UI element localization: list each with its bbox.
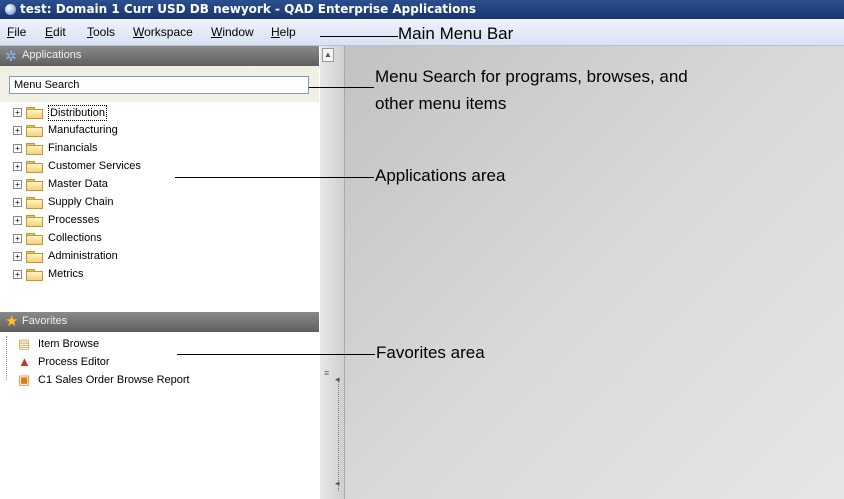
tree-item-metrics[interactable]: + Metrics — [13, 266, 313, 283]
expand-icon[interactable]: + — [13, 108, 22, 117]
app-icon — [5, 4, 16, 15]
expand-icon[interactable]: + — [13, 180, 22, 189]
menu-search-input[interactable]: Menu Search — [9, 76, 309, 94]
tree-item-financials[interactable]: + Financials — [13, 140, 313, 157]
browse-icon: ▤ — [18, 336, 31, 351]
folder-icon — [26, 251, 43, 263]
applications-title: Applications — [22, 49, 82, 61]
favorite-item-browse[interactable]: ▤ Item Browse — [18, 336, 308, 353]
star-icon: ★ — [5, 313, 19, 330]
expand-arrow-icon[interactable]: ◂ — [335, 478, 340, 489]
tree-item-manufacturing[interactable]: + Manufacturing — [13, 122, 313, 139]
favorite-sales-order-report[interactable]: ▣ C1 Sales Order Browse Report — [18, 372, 308, 389]
expand-icon[interactable]: + — [13, 234, 22, 243]
folder-icon — [26, 233, 43, 245]
favorite-process-editor[interactable]: ▲ Process Editor — [18, 354, 308, 371]
panel-splitter[interactable]: ▲ ≡ ◂ ◂ — [320, 46, 345, 499]
callout-menu-search-line1: Menu Search for programs, browses, and — [375, 67, 688, 86]
applications-header[interactable]: ✲ Applications — [0, 46, 319, 66]
tree-item-customer-services[interactable]: + Customer Services — [13, 158, 313, 175]
callout-menu-bar: Main Menu Bar — [398, 24, 514, 43]
expand-icon[interactable]: + — [13, 162, 22, 171]
expand-icon[interactable]: + — [13, 198, 22, 207]
report-icon: ▣ — [18, 372, 31, 387]
process-editor-icon: ▲ — [18, 354, 31, 369]
folder-icon — [26, 125, 43, 137]
callout-favorites-area: Favorites area — [376, 343, 485, 362]
callout-line-applications — [175, 177, 374, 178]
tree-item-master-data[interactable]: + Master Data — [13, 176, 313, 193]
favorites-title: Favorites — [22, 315, 68, 327]
title-bar[interactable]: test: Domain 1 Curr USD DB newyork - QAD… — [0, 0, 844, 19]
callout-line-menu-search — [309, 87, 374, 88]
tree-item-processes[interactable]: + Processes — [13, 212, 313, 229]
favorites-header[interactable]: ★ Favorites — [0, 312, 319, 332]
menu-search-area: Menu Search — [0, 66, 319, 102]
expand-icon[interactable]: + — [13, 270, 22, 279]
scroll-up-icon[interactable]: ▲ — [322, 48, 334, 62]
splitter-grip-icon[interactable]: ≡ — [324, 368, 329, 378]
menu-tools[interactable]: Tools — [87, 25, 115, 39]
tree-item-distribution[interactable]: + Distribution — [13, 104, 313, 121]
expand-icon[interactable]: + — [13, 144, 22, 153]
expand-icon[interactable]: + — [13, 216, 22, 225]
folder-icon — [26, 107, 43, 119]
window-title: test: Domain 1 Curr USD DB newyork - QAD… — [20, 2, 477, 16]
tree-item-collections[interactable]: + Collections — [13, 230, 313, 247]
folder-icon — [26, 269, 43, 281]
callout-applications-area: Applications area — [375, 166, 506, 185]
folder-icon — [26, 179, 43, 191]
tree-connector — [6, 336, 7, 380]
gear-icon: ✲ — [5, 48, 17, 64]
callout-line-menu-bar — [320, 36, 398, 37]
splitter-track — [338, 381, 342, 491]
expand-icon[interactable]: + — [13, 126, 22, 135]
tree-item-administration[interactable]: + Administration — [13, 248, 313, 265]
menu-help[interactable]: Help — [271, 25, 296, 39]
tree-item-supply-chain[interactable]: + Supply Chain — [13, 194, 313, 211]
menu-workspace[interactable]: Workspace — [133, 25, 193, 39]
folder-icon — [26, 197, 43, 209]
menu-window[interactable]: Window — [211, 25, 254, 39]
callout-line-favorites — [177, 354, 375, 355]
folder-icon — [26, 215, 43, 227]
expand-icon[interactable]: + — [13, 252, 22, 261]
menu-file[interactable]: File — [7, 25, 26, 39]
callout-menu-search-line2: other menu items — [375, 94, 507, 113]
folder-icon — [26, 143, 43, 155]
folder-icon — [26, 161, 43, 173]
menu-edit[interactable]: Edit — [45, 25, 66, 39]
